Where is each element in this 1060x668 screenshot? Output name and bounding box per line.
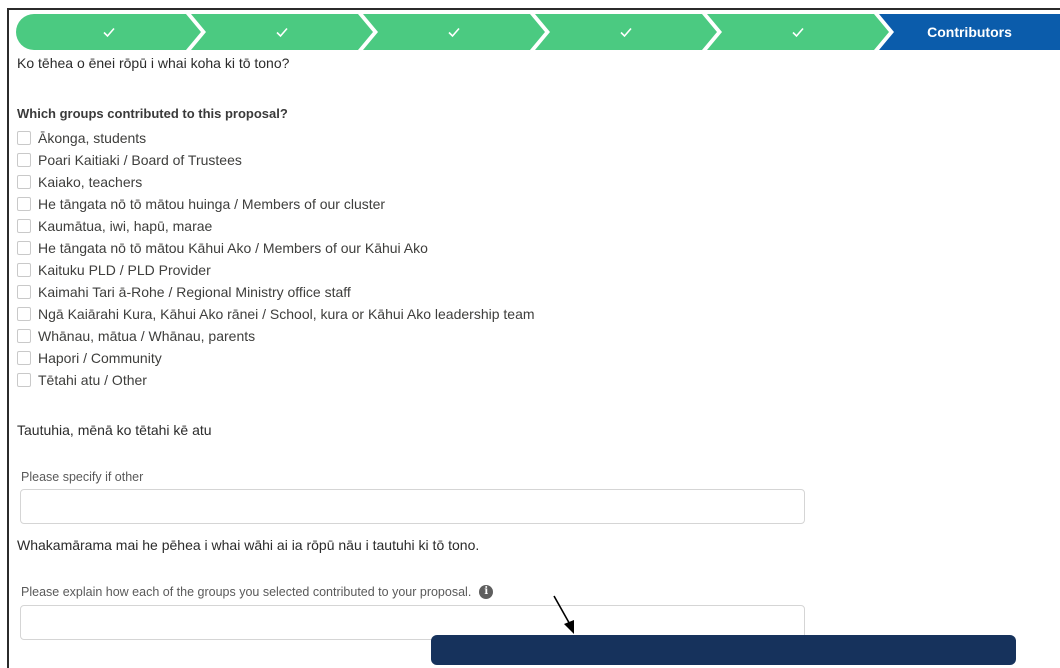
checkbox[interactable] — [17, 197, 31, 211]
checkbox-option[interactable]: Kaiako, teachers — [17, 171, 535, 193]
check-icon — [102, 27, 115, 38]
checkbox-label: Kaiako, teachers — [38, 174, 143, 190]
checkbox-label: Hapori / Community — [38, 350, 162, 366]
checkbox-label: Whānau, mātua / Whānau, parents — [38, 328, 256, 344]
checkbox-option[interactable]: Kaumātua, iwi, hapū, marae — [17, 215, 535, 237]
checkbox[interactable] — [17, 373, 31, 387]
checkbox[interactable] — [17, 329, 31, 343]
checkbox-option[interactable]: Ngā Kaiārahi Kura, Kāhui Ako rānei / Sch… — [17, 303, 535, 325]
checkbox[interactable] — [17, 175, 31, 189]
checkbox[interactable] — [17, 153, 31, 167]
checkbox-label: He tāngata nō tō mātou Kāhui Ako / Membe… — [38, 240, 428, 256]
step-label-contributors: Contributors — [927, 24, 1012, 40]
path-step-1[interactable] — [16, 14, 201, 50]
checkbox-option[interactable]: Ākonga, students — [17, 127, 535, 149]
checkbox-label: Kaimahi Tari ā-Rohe / Regional Ministry … — [38, 284, 351, 300]
checkbox-label: Ngā Kaiārahi Kura, Kāhui Ako rānei / Sch… — [38, 306, 535, 322]
explain-field-label: Please explain how each of the groups yo… — [21, 585, 472, 599]
checkbox[interactable] — [17, 263, 31, 277]
contributor-checkbox-group: Ākonga, students Poari Kaitiaki / Board … — [17, 127, 535, 391]
checkbox[interactable] — [17, 131, 31, 145]
checkbox-option[interactable]: Whānau, mātua / Whānau, parents — [17, 325, 535, 347]
path-step-5[interactable] — [707, 14, 889, 50]
progress-path: Contributors — [16, 14, 1060, 50]
info-icon[interactable]: i — [479, 585, 494, 599]
checkbox-label: Poari Kaitiaki / Board of Trustees — [38, 152, 242, 168]
checkbox-option[interactable]: Tētahi atu / Other — [17, 369, 535, 391]
checkbox-label: Tētahi atu / Other — [38, 372, 147, 388]
check-icon — [448, 27, 460, 38]
checkbox[interactable] — [17, 307, 31, 321]
path-step-2[interactable] — [191, 14, 373, 50]
path-step-current[interactable]: Contributors — [879, 14, 1060, 50]
other-input[interactable] — [20, 489, 805, 524]
question-english: Which groups contributed to this proposa… — [17, 106, 288, 121]
question-maori: Ko tēhea o ēnei rōpū i whai koha ki tō t… — [17, 55, 290, 71]
explain-field-label-row: Please explain how each of the groups yo… — [21, 585, 494, 599]
checkbox-option[interactable]: He tāngata nō tō mātou huinga / Members … — [17, 193, 535, 215]
checkbox-option[interactable]: Kaituku PLD / PLD Provider — [17, 259, 535, 281]
checkbox-option[interactable]: Poari Kaitiaki / Board of Trustees — [17, 149, 535, 171]
checkbox-label: Kaituku PLD / PLD Provider — [38, 262, 211, 278]
check-icon — [276, 27, 288, 38]
mouse-pointer-icon — [553, 595, 574, 634]
other-heading: Tautuhia, mēnā ko tētahi kē atu — [17, 422, 212, 438]
checkbox-option[interactable]: Kaimahi Tari ā-Rohe / Regional Ministry … — [17, 281, 535, 303]
checkbox-label: Ākonga, students — [38, 130, 147, 146]
checkbox[interactable] — [17, 351, 31, 365]
check-icon — [620, 27, 632, 38]
path-step-4[interactable] — [535, 14, 717, 50]
checkbox[interactable] — [17, 219, 31, 233]
path-step-3[interactable] — [363, 14, 545, 50]
checkbox[interactable] — [17, 285, 31, 299]
checkbox[interactable] — [17, 241, 31, 255]
checkbox-label: Kaumātua, iwi, hapū, marae — [38, 218, 213, 234]
other-field-label: Please specify if other — [21, 470, 144, 484]
checkbox-label: He tāngata nō tō mātou huinga / Members … — [38, 196, 386, 212]
explain-heading: Whakamārama mai he pēhea i whai wāhi ai … — [17, 537, 480, 553]
help-tooltip — [431, 635, 1016, 665]
check-icon — [792, 27, 804, 38]
checkbox-option[interactable]: He tāngata nō tō mātou Kāhui Ako / Membe… — [17, 237, 535, 259]
checkbox-option[interactable]: Hapori / Community — [17, 347, 535, 369]
